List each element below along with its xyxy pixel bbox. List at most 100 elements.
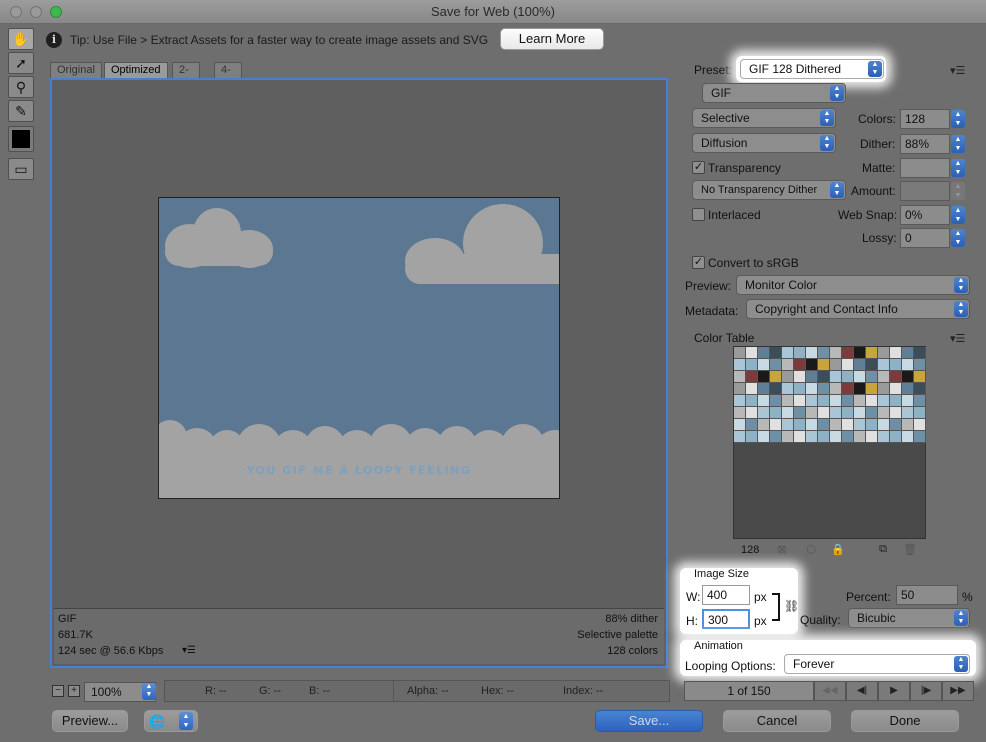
color-swatch[interactable] [818, 419, 830, 431]
color-swatch[interactable] [770, 431, 782, 443]
learn-more-button[interactable]: Learn More [500, 28, 604, 50]
color-swatch[interactable] [758, 395, 770, 407]
color-swatch[interactable] [866, 371, 878, 383]
transparency-checkbox[interactable]: ✓ [692, 161, 705, 174]
color-swatch[interactable] [842, 407, 854, 419]
color-swatch[interactable] [794, 347, 806, 359]
zoom-window-button[interactable] [50, 6, 62, 18]
color-swatch[interactable] [794, 383, 806, 395]
color-swatch[interactable] [830, 407, 842, 419]
height-field[interactable]: 300 [702, 609, 750, 629]
color-swatch[interactable] [770, 359, 782, 371]
color-swatch[interactable] [866, 359, 878, 371]
preset-select[interactable]: GIF 128 Dithered ▲ ▼ [740, 59, 884, 79]
color-swatch[interactable] [770, 419, 782, 431]
color-swatch[interactable] [770, 347, 782, 359]
optimize-menu-icon[interactable]: ▾☰ [950, 64, 965, 77]
color-swatch[interactable] [734, 347, 746, 359]
lossy-field[interactable]: 0 ▲ ▼ [900, 228, 965, 248]
percent-field[interactable]: 50 [896, 585, 958, 605]
web-snap-stepper[interactable]: ▲ ▼ [951, 206, 965, 224]
color-swatch[interactable] [842, 395, 854, 407]
color-swatch[interactable] [866, 431, 878, 443]
eyedropper-color-swatch[interactable] [8, 126, 34, 152]
color-swatch[interactable] [854, 395, 866, 407]
color-swatch[interactable] [794, 407, 806, 419]
color-swatch[interactable] [890, 371, 902, 383]
color-swatch[interactable] [734, 419, 746, 431]
web-snap-field[interactable]: 0% ▲ ▼ [900, 205, 965, 225]
color-swatch[interactable] [806, 347, 818, 359]
color-swatch[interactable] [794, 359, 806, 371]
link-proportions-icon[interactable]: ⛓ [784, 599, 799, 613]
color-swatch[interactable] [842, 419, 854, 431]
color-swatch[interactable] [806, 407, 818, 419]
color-swatch[interactable] [890, 359, 902, 371]
color-swatch[interactable] [782, 407, 794, 419]
toggle-slices-icon[interactable]: ▭ [8, 158, 34, 180]
color-swatch[interactable] [866, 407, 878, 419]
color-swatch[interactable] [890, 407, 902, 419]
color-swatch[interactable] [830, 419, 842, 431]
hand-tool-icon[interactable]: ✋ [8, 28, 34, 50]
color-swatch[interactable] [854, 359, 866, 371]
color-swatch[interactable] [782, 419, 794, 431]
color-swatch[interactable] [914, 371, 926, 383]
zoom-out-icon[interactable]: − [52, 685, 64, 697]
color-swatch[interactable] [878, 371, 890, 383]
close-window-button[interactable] [10, 6, 22, 18]
color-swatch[interactable] [794, 419, 806, 431]
color-swatch[interactable] [746, 419, 758, 431]
color-swatch[interactable] [854, 431, 866, 443]
color-swatch[interactable] [914, 383, 926, 395]
metadata-select[interactable]: Copyright and Contact Info ▲ ▼ [746, 299, 970, 319]
color-swatch[interactable] [878, 407, 890, 419]
dither-stepper[interactable]: ▲ ▼ [951, 135, 965, 153]
delete-color-icon[interactable]: 🗑 [901, 543, 919, 557]
color-swatch[interactable] [818, 395, 830, 407]
color-swatch[interactable] [842, 383, 854, 395]
color-swatch[interactable] [878, 395, 890, 407]
matte-stepper[interactable]: ▲ ▼ [951, 159, 965, 177]
color-swatch[interactable] [794, 431, 806, 443]
zoom-tool-icon[interactable]: ⚲ [8, 76, 34, 98]
color-swatch[interactable] [806, 371, 818, 383]
color-swatch[interactable] [746, 359, 758, 371]
color-swatch[interactable] [782, 383, 794, 395]
color-swatch[interactable] [734, 371, 746, 383]
color-swatch[interactable] [902, 371, 914, 383]
first-frame-icon[interactable]: ◀◀ [814, 681, 846, 701]
lossy-stepper[interactable]: ▲ ▼ [951, 229, 965, 247]
color-swatch[interactable] [782, 431, 794, 443]
color-reduction-select[interactable]: Selective ▲ ▼ [692, 108, 836, 128]
color-swatch[interactable] [902, 359, 914, 371]
color-swatch[interactable] [854, 407, 866, 419]
previous-frame-icon[interactable]: ◀| [846, 681, 878, 701]
color-swatch[interactable] [746, 395, 758, 407]
color-swatch[interactable] [902, 383, 914, 395]
matte-field[interactable]: ▲ ▼ [900, 158, 965, 178]
color-swatch[interactable] [770, 383, 782, 395]
color-swatch[interactable] [818, 347, 830, 359]
color-swatch[interactable] [818, 359, 830, 371]
color-swatch[interactable] [830, 431, 842, 443]
color-swatch[interactable] [734, 395, 746, 407]
color-swatch[interactable] [854, 371, 866, 383]
color-swatch[interactable] [890, 431, 902, 443]
color-swatch[interactable] [890, 383, 902, 395]
new-color-icon[interactable]: ⧉ [874, 543, 892, 557]
color-swatch[interactable] [818, 407, 830, 419]
color-swatch[interactable] [914, 347, 926, 359]
colors-stepper[interactable]: ▲ ▼ [951, 110, 965, 128]
color-swatch[interactable] [806, 419, 818, 431]
web-shift-icon[interactable]: ⬡ [802, 543, 820, 557]
color-swatch[interactable] [866, 395, 878, 407]
color-swatch[interactable] [914, 395, 926, 407]
eyedropper-tool-icon[interactable]: ✎ [8, 100, 34, 122]
color-swatch[interactable] [914, 419, 926, 431]
color-swatch[interactable] [878, 383, 890, 395]
color-swatch[interactable] [878, 431, 890, 443]
color-swatch[interactable] [902, 347, 914, 359]
tab-optimized[interactable]: Optimized [104, 62, 168, 78]
color-swatch[interactable] [878, 419, 890, 431]
